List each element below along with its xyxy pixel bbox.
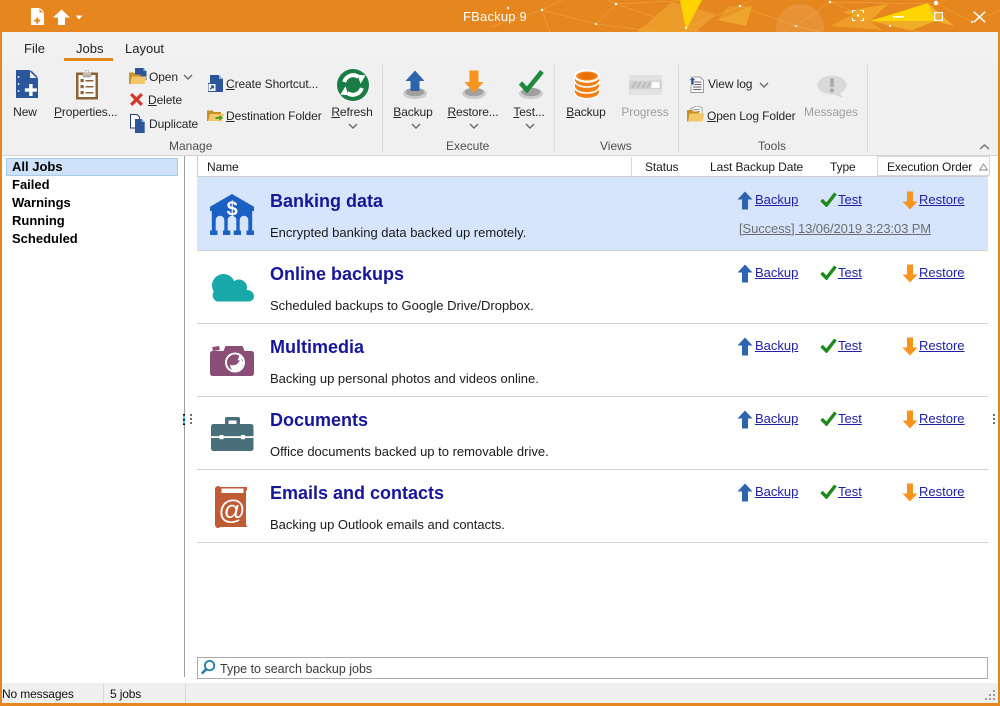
svg-text:@: @ xyxy=(218,495,245,525)
svg-text:$: $ xyxy=(227,199,238,221)
